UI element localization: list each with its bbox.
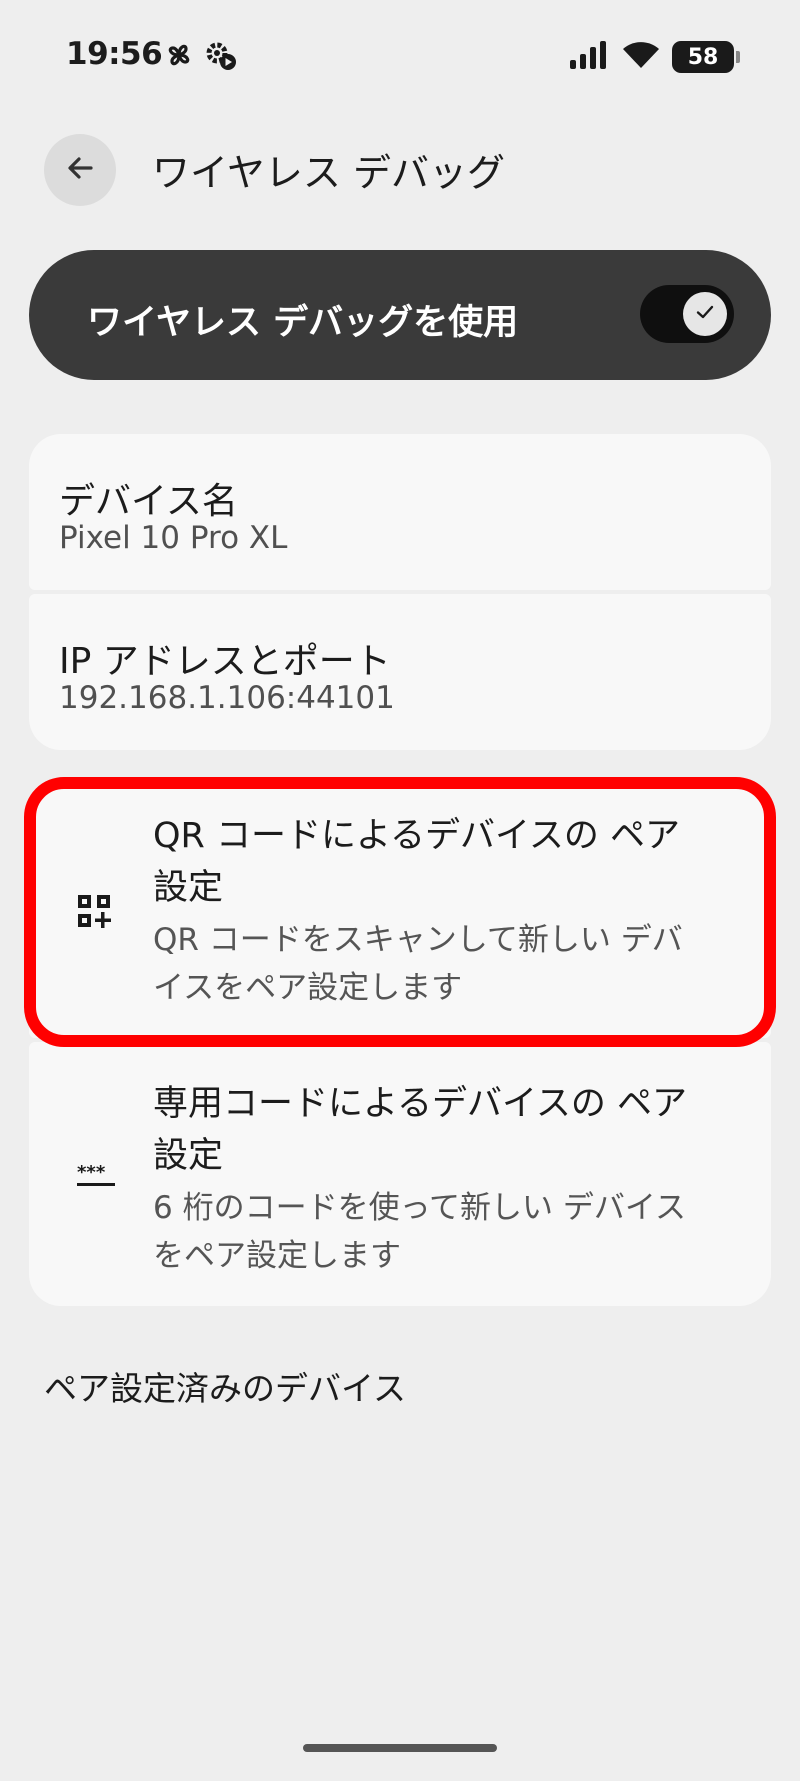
- ip-address-label: IP アドレスとポート: [59, 641, 391, 682]
- signal-icon: [570, 41, 610, 73]
- battery-level: 58: [687, 44, 719, 70]
- gear-record-icon: [204, 40, 238, 76]
- arrow-left-icon: [64, 152, 96, 188]
- wireless-debugging-switch[interactable]: [640, 285, 734, 343]
- ip-address-item[interactable]: IP アドレスとポート 192.168.1.106:44101: [29, 594, 771, 750]
- ip-address-value: 192.168.1.106:44101: [59, 680, 395, 716]
- pair-code-title: 専用コードによるデバイスの ペア設定: [153, 1084, 688, 1176]
- home-gesture-bar[interactable]: [303, 1744, 497, 1752]
- status-time: 19:56: [66, 36, 163, 72]
- qr-code-add-icon: [77, 894, 113, 934]
- switch-thumb: [683, 292, 727, 336]
- pair-with-qr-code-item[interactable]: QR コードによるデバイスの ペア設定 QR コードをスキャンして新しい デバイ…: [29, 782, 771, 1038]
- status-right-icons: 58: [570, 40, 740, 74]
- battery-icon: 58: [672, 41, 740, 73]
- status-left-icons: [164, 40, 238, 76]
- device-name-item[interactable]: デバイス名 Pixel 10 Pro XL: [29, 434, 771, 590]
- use-wireless-debugging-toggle-row[interactable]: ワイヤレス デバッグを使用: [29, 250, 771, 380]
- check-icon: [694, 301, 716, 327]
- pair-with-code-item[interactable]: *** 専用コードによるデバイスの ペア設定 6 桁のコードを使って新しい デバ…: [29, 1042, 771, 1306]
- pair-qr-subtitle: QR コードをスキャンして新しい デバイスをペア設定します: [153, 922, 683, 1006]
- device-name-value: Pixel 10 Pro XL: [59, 520, 288, 556]
- page-title: ワイヤレス デバッグ: [152, 151, 505, 195]
- use-wireless-debugging-label: ワイヤレス デバッグを使用: [87, 303, 519, 343]
- device-name-label: デバイス名: [59, 481, 238, 522]
- password-icon: ***: [77, 1162, 117, 1192]
- back-button[interactable]: [44, 134, 116, 206]
- svg-text:***: ***: [77, 1164, 106, 1183]
- wifi-icon: [622, 40, 660, 74]
- paired-devices-header: ペア設定済みのデバイス: [44, 1369, 407, 1408]
- pinwheel-icon: [164, 40, 194, 76]
- pair-code-subtitle: 6 桁のコードを使って新しい デバイスをペア設定します: [153, 1190, 686, 1274]
- pair-qr-title: QR コードによるデバイスの ペア設定: [153, 816, 681, 908]
